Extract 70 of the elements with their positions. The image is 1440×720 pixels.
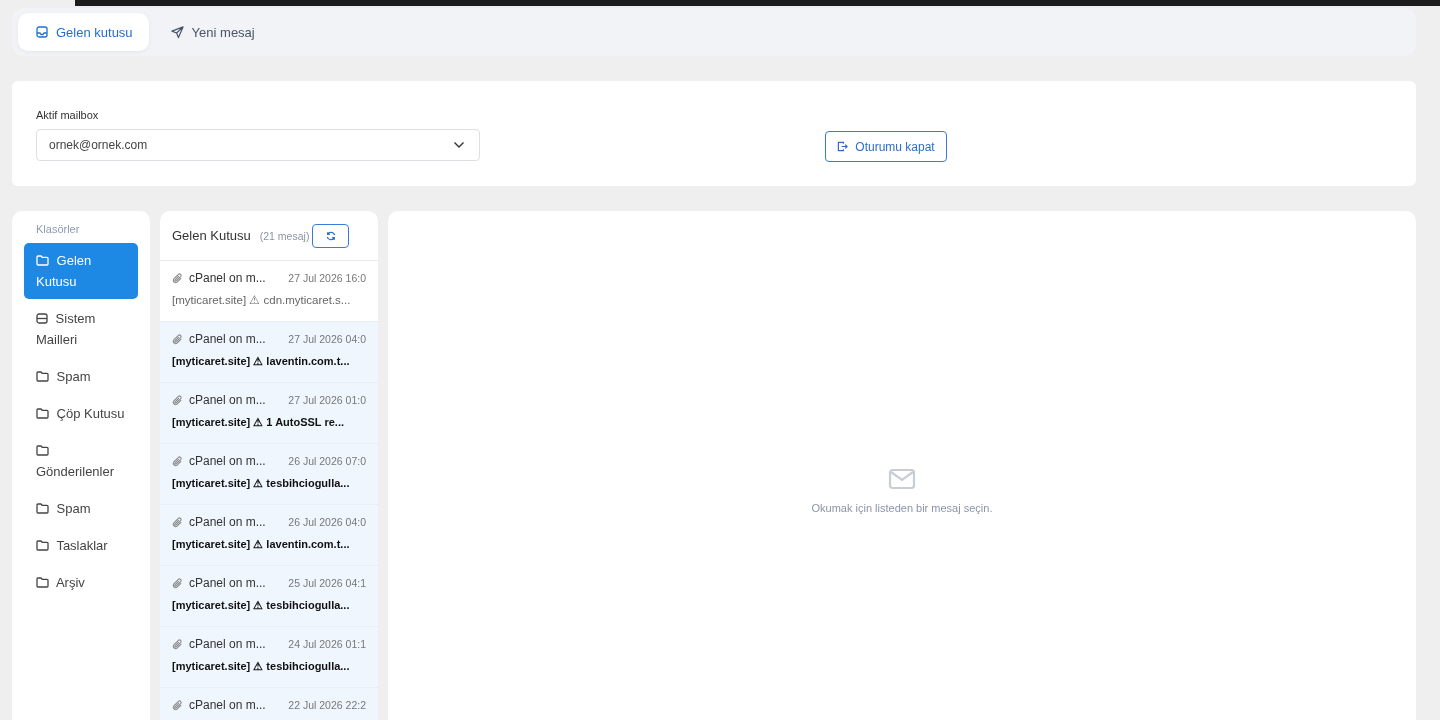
folder-icon bbox=[36, 445, 49, 456]
message-row[interactable]: cPanel on m... 25 Jul 2026 04:1 [myticaret.site] ⚠ tesbihciogulla... bbox=[160, 566, 378, 627]
paperclip-icon bbox=[172, 516, 183, 528]
paperclip-icon bbox=[172, 272, 183, 284]
folder-icon bbox=[36, 408, 49, 419]
logout-button[interactable]: Oturumu kapat bbox=[825, 131, 947, 162]
send-icon bbox=[170, 25, 184, 39]
message-date: 25 Jul 2026 04:1 bbox=[288, 577, 366, 589]
folder-icon bbox=[36, 255, 49, 266]
folder-icon bbox=[36, 540, 49, 551]
paperclip-icon bbox=[172, 394, 183, 406]
message-sender: cPanel on m... bbox=[189, 515, 266, 529]
tab[interactable]: Gelen kutusu bbox=[18, 13, 149, 51]
message-row[interactable]: cPanel on m... 26 Jul 2026 04:0 [myticaret.site] ⚠ laventin.com.t... bbox=[160, 505, 378, 566]
message-date: 27 Jul 2026 04:0 bbox=[288, 333, 366, 345]
chevron-down-icon bbox=[453, 140, 465, 149]
message-row[interactable]: cPanel on m... 22 Jul 2026 22:2 bbox=[160, 688, 378, 720]
message-subject: [myticaret.site] ⚠ tesbihciogulla... bbox=[172, 598, 350, 612]
paperclip-icon bbox=[172, 455, 183, 467]
folder-icon bbox=[36, 503, 49, 514]
logout-icon bbox=[837, 141, 849, 152]
message-subject: [myticaret.site] ⚠ laventin.com.t... bbox=[172, 537, 350, 551]
message-date: 24 Jul 2026 01:1 bbox=[288, 638, 366, 650]
message-date: 27 Jul 2026 01:0 bbox=[288, 394, 366, 406]
envelope-icon bbox=[888, 468, 916, 490]
folder-icon bbox=[36, 371, 49, 382]
message-date: 26 Jul 2026 07:0 bbox=[288, 455, 366, 467]
message-sender: cPanel on m... bbox=[189, 698, 266, 712]
refresh-button[interactable] bbox=[312, 223, 350, 248]
folder-heading: Klasörler bbox=[35, 223, 81, 235]
folder-item[interactable]: Spam bbox=[24, 491, 138, 526]
message-row[interactable]: cPanel on m... 27 Jul 2026 01:0 [myticaret.site] ⚠ 1 AutoSSL re... bbox=[160, 383, 378, 444]
mailbox-select[interactable]: ornek@ornek.com bbox=[36, 128, 480, 161]
paperclip-icon bbox=[172, 333, 183, 345]
folder-item[interactable]: Gelen Kutusu bbox=[24, 243, 138, 299]
message-subject: [myticaret.site] ⚠ tesbihciogulla... bbox=[172, 476, 350, 490]
message-subject: [myticaret.site] ⚠ laventin.com.t... bbox=[172, 354, 350, 368]
folder-item[interactable]: Taslaklar bbox=[24, 528, 138, 563]
folder-item[interactable]: Çöp Kutusu bbox=[24, 396, 138, 431]
inbox-icon bbox=[36, 26, 48, 38]
field-label: Aktif mailbox bbox=[36, 108, 100, 121]
message-date: 22 Jul 2026 22:2 bbox=[288, 699, 366, 711]
message-row[interactable]: cPanel on m... 24 Jul 2026 01:1 [myticaret.site] ⚠ tesbihciogulla... bbox=[160, 627, 378, 688]
paperclip-icon bbox=[172, 638, 183, 650]
folder-item[interactable]: Sistem Mailleri bbox=[24, 301, 138, 357]
message-sender: cPanel on m... bbox=[189, 332, 266, 346]
message-subject: [myticaret.site] ⚠ cdn.myticaret.s... bbox=[172, 293, 351, 307]
message-subject: [myticaret.site] ⚠ 1 AutoSSL re... bbox=[172, 415, 344, 429]
message-sender: cPanel on m... bbox=[189, 454, 266, 468]
message-sender: cPanel on m... bbox=[189, 576, 266, 590]
server-icon bbox=[36, 313, 48, 324]
folder-icon bbox=[36, 577, 49, 588]
message-sender: cPanel on m... bbox=[189, 271, 266, 285]
folder-item[interactable]: Arşiv bbox=[24, 565, 138, 600]
paperclip-icon bbox=[172, 699, 183, 711]
message-date: 27 Jul 2026 16:0 bbox=[288, 272, 366, 284]
folder-item[interactable]: Spam bbox=[24, 359, 138, 394]
message-subject: [myticaret.site] ⚠ tesbihciogulla... bbox=[172, 659, 350, 673]
message-row[interactable]: cPanel on m... 26 Jul 2026 07:0 [myticaret.site] ⚠ tesbihciogulla... bbox=[160, 444, 378, 505]
message-sender: cPanel on m... bbox=[189, 637, 266, 651]
refresh-icon bbox=[325, 230, 336, 241]
empty-state-text: Okumak için listeden bir mesaj seçin. bbox=[811, 502, 993, 514]
message-row[interactable]: cPanel on m... 27 Jul 2026 04:0 [myticaret.site] ⚠ laventin.com.t... bbox=[160, 322, 378, 383]
message-date: 26 Jul 2026 04:0 bbox=[288, 516, 366, 528]
tab[interactable]: Yeni mesaj bbox=[152, 13, 271, 51]
list-title: Gelen Kutusu bbox=[172, 228, 251, 243]
message-count: (21 mesaj) bbox=[259, 229, 310, 242]
folder-item[interactable]: Gönderilenler bbox=[24, 433, 138, 489]
message-sender: cPanel on m... bbox=[189, 393, 266, 407]
paperclip-icon bbox=[172, 577, 183, 589]
